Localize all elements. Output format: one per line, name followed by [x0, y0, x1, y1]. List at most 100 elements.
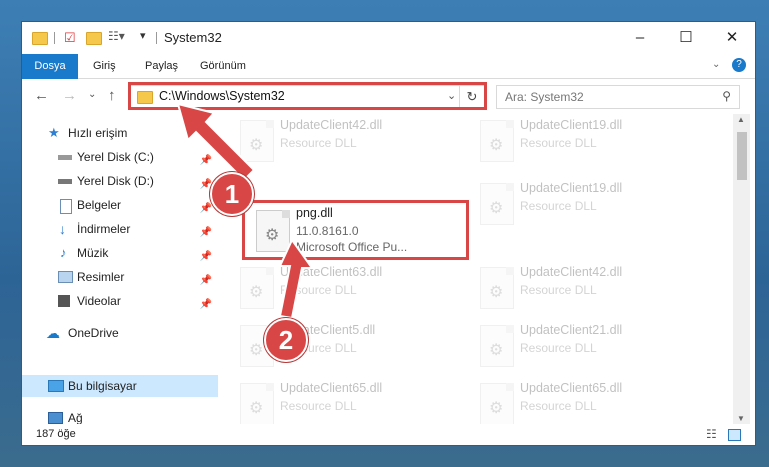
help-icon[interactable]: ?: [732, 58, 746, 72]
file-name: UpdateClient63.dll: [280, 265, 383, 279]
nav-item-music[interactable]: ♪ Müzik 📌: [22, 242, 218, 264]
dll-file-icon: ⚙: [240, 120, 274, 162]
file-description: Resource DLL: [520, 283, 597, 297]
nav-item-downloads[interactable]: ↓ İndirmeler 📌: [22, 218, 218, 240]
computer-icon: [48, 380, 64, 392]
dll-file-icon: ⚙: [480, 120, 514, 162]
search-placeholder: Ara: System32: [505, 90, 584, 104]
file-name: UpdateClient65.dll: [280, 381, 383, 395]
pin-icon[interactable]: 📌: [200, 246, 212, 268]
gear-icon: ⚙: [249, 137, 264, 154]
status-bar: 187 öğe ☷: [22, 424, 755, 445]
nav-this-pc[interactable]: Bu bilgisayar: [22, 375, 218, 397]
pin-icon[interactable]: 📌: [200, 222, 212, 244]
view-options-icon[interactable]: ☷▾: [108, 29, 125, 45]
recent-locations-icon[interactable]: ⌄: [88, 89, 96, 100]
nav-label: Müzik: [77, 246, 109, 260]
nav-label: OneDrive: [68, 326, 119, 340]
gear-icon: ⚙: [249, 400, 264, 417]
gear-icon: ⚙: [489, 137, 504, 154]
customize-toolbar-icon[interactable]: ▾: [140, 29, 146, 45]
file-description: Resource DLL: [280, 136, 357, 150]
nav-label: Bu bilgisayar: [68, 379, 137, 393]
file-item[interactable]: ⚙ UpdateClient5.dll Resource DLL: [228, 317, 448, 375]
nav-onedrive[interactable]: ☁ OneDrive: [22, 322, 218, 344]
file-item[interactable]: ⚙ UpdateClient63.dll Resource DLL: [228, 259, 448, 317]
file-item[interactable]: ⚙ UpdateClient65.dll Resource DLL: [228, 375, 448, 424]
download-icon: ↓: [59, 221, 66, 237]
ribbon-tabs: Dosya Giriş Paylaş Görünüm ⌄ ?: [22, 54, 755, 112]
nav-item-pictures[interactable]: Resimler 📌: [22, 266, 218, 288]
nav-label: Belgeler: [77, 198, 122, 212]
close-button[interactable]: ✕: [709, 22, 755, 54]
file-name: UpdateClient42.dll: [520, 265, 623, 279]
gear-icon: ⚙: [489, 400, 504, 417]
explorer-window: ☑ ☷▾ ▾ System32 – ☐ ✕ Dosya Giriş Paylaş…: [22, 22, 755, 445]
forward-arrow-icon[interactable]: →: [62, 87, 77, 104]
window-title: System32: [164, 30, 222, 45]
details-view-icon[interactable]: ☷: [706, 424, 717, 445]
properties-icon[interactable]: ☑: [64, 30, 76, 46]
nav-label: Hızlı erişim: [68, 126, 128, 140]
new-folder-icon[interactable]: [86, 32, 102, 45]
callout-badge-2: 2: [264, 318, 308, 362]
file-description: Resource DLL: [280, 399, 357, 413]
title-bar: ☑ ☷▾ ▾ System32 – ☐ ✕: [22, 22, 755, 54]
scroll-down-icon[interactable]: ▼: [737, 414, 745, 423]
music-icon: ♪: [60, 245, 67, 260]
file-description: Resource DLL: [520, 136, 597, 150]
tab-share[interactable]: Paylaş: [145, 54, 178, 78]
pin-icon[interactable]: 📌: [200, 198, 212, 220]
search-icon[interactable]: ⚲: [722, 89, 731, 103]
navigation-pane: ★ Hızlı erişim Yerel Disk (C:) 📌 Yerel D…: [22, 114, 218, 425]
dll-file-icon: ⚙: [480, 183, 514, 225]
pin-icon[interactable]: 📌: [200, 270, 212, 292]
navigation-bar: ← → ⌄ ↑ C:\Windows\System32 ⌄ ↻ Ara: Sys…: [22, 79, 755, 113]
nav-label: Resimler: [77, 270, 125, 284]
nav-item-local-disk-d[interactable]: Yerel Disk (D:) 📌: [22, 170, 218, 192]
item-count: 187 öğe: [36, 428, 76, 440]
nav-item-documents[interactable]: Belgeler 📌: [22, 194, 218, 216]
file-name: UpdateClient65.dll: [520, 381, 623, 395]
maximize-button[interactable]: ☐: [663, 22, 709, 54]
back-arrow-icon[interactable]: ←: [34, 87, 49, 104]
file-item[interactable]: ⚙ UpdateClient21.dll Resource DLL: [468, 317, 688, 375]
file-highlight-box: [242, 200, 469, 260]
folder-icon: [32, 32, 48, 45]
expand-ribbon-icon[interactable]: ⌄: [712, 59, 720, 70]
gear-icon: ⚙: [489, 284, 504, 301]
nav-quick-access[interactable]: ★ Hızlı erişim: [22, 122, 218, 144]
large-icons-view-icon[interactable]: [728, 429, 741, 441]
file-item[interactable]: ⚙ UpdateClient65.dll Resource DLL: [468, 375, 688, 424]
gear-icon: ⚙: [249, 342, 264, 359]
pin-icon[interactable]: 📌: [200, 150, 212, 172]
pin-icon[interactable]: 📌: [200, 294, 212, 316]
vertical-scrollbar[interactable]: ▲ ▼: [733, 114, 750, 424]
tab-view[interactable]: Görünüm: [200, 54, 246, 78]
dll-file-icon: ⚙: [480, 267, 514, 309]
file-item[interactable]: ⚙ UpdateClient19.dll Resource DLL: [468, 175, 688, 233]
cloud-icon: ☁: [46, 325, 60, 341]
minimize-button[interactable]: –: [617, 22, 663, 54]
dll-file-icon: ⚙: [240, 383, 274, 424]
dll-file-icon: ⚙: [480, 383, 514, 424]
file-description: Resource DLL: [520, 199, 597, 213]
star-icon: ★: [48, 125, 60, 140]
file-item[interactable]: ⚙ UpdateClient42.dll Resource DLL: [468, 259, 688, 317]
dll-file-icon: ⚙: [240, 267, 274, 309]
tab-home[interactable]: Giriş: [93, 54, 116, 78]
file-item[interactable]: ⚙ UpdateClient42.dll Resource DLL: [228, 114, 448, 170]
nav-label: Videolar: [77, 294, 121, 308]
scroll-thumb[interactable]: [737, 132, 747, 180]
callout-badge-1: 1: [210, 172, 254, 216]
file-item[interactable]: ⚙ UpdateClient19.dll Resource DLL: [468, 114, 688, 170]
document-icon: [60, 199, 72, 214]
address-highlight-box: [128, 82, 487, 110]
gear-icon: ⚙: [489, 342, 504, 359]
drive-icon: [58, 155, 72, 160]
search-input[interactable]: Ara: System32 ⚲: [496, 85, 740, 109]
up-arrow-icon[interactable]: ↑: [108, 87, 116, 104]
nav-item-local-disk-c[interactable]: Yerel Disk (C:) 📌: [22, 146, 218, 168]
scroll-up-icon[interactable]: ▲: [737, 115, 745, 124]
nav-item-videos[interactable]: Videolar 📌: [22, 290, 218, 312]
